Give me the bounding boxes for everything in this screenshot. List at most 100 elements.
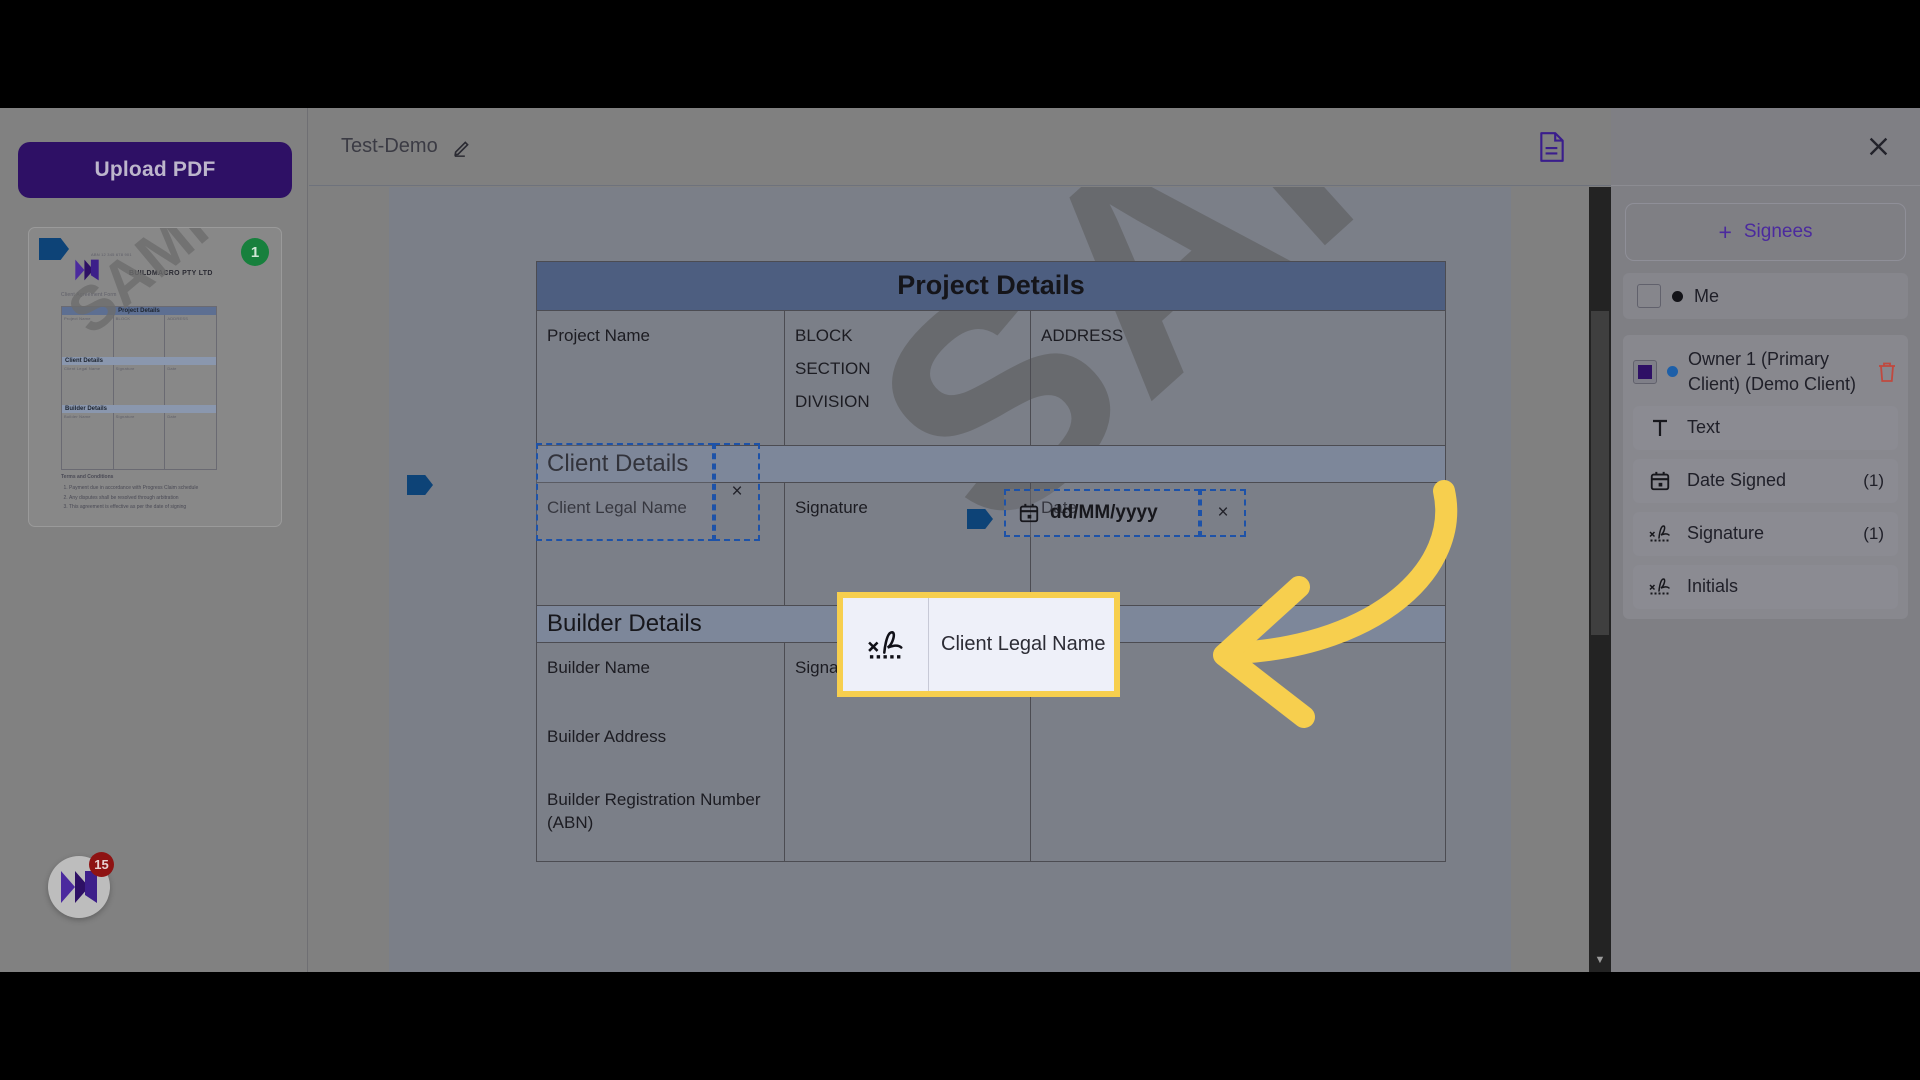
thumbnail-terms-title: Terms and Conditions [61, 474, 114, 480]
tool-text[interactable]: Text [1633, 405, 1898, 450]
date-field-remove-label: × [1217, 502, 1229, 523]
thumbnail-cell: Signature [115, 366, 135, 371]
signature-field-remove-button[interactable]: × [714, 443, 760, 541]
thumbnail-terms-block: Terms and Conditions Payment due in acco… [61, 474, 198, 513]
client-signature-cell: Signature [785, 483, 1031, 605]
tool-initials-label: Initials [1687, 576, 1739, 597]
add-signees-button[interactable]: + Signees [1625, 203, 1906, 261]
division-label: DIVISION [795, 392, 870, 412]
thumbnail-cell: Client Legal Name [64, 366, 101, 371]
address-cell: ADDRESS [1041, 326, 1124, 345]
signee-name: Owner 1 (Primary Client) (Demo Client) [1688, 349, 1857, 394]
fab-notification-badge: 15 [89, 852, 114, 877]
date-field-value: dd/MM/yyyy [1050, 502, 1158, 523]
thumbnail-company-abn: ABN 12 345 678 901 [91, 252, 132, 257]
thumbnail-cell: Date [167, 414, 177, 419]
thumbnail-cell: Project Name [64, 316, 91, 321]
thumbnail-page-number: 1 [241, 238, 269, 266]
buildmacro-logo-icon [75, 259, 99, 281]
calendar-icon [1647, 470, 1673, 492]
tool-text-label: Text [1687, 417, 1721, 438]
page-thumbnail-1[interactable]: 1 ABN 12 345 678 901 BUILDMACRO PTY LTD … [28, 227, 282, 527]
signees-panel: + Signees Me Owner 1 (Primary Client) (D… [1611, 108, 1920, 972]
thumbnail-term-item: Payment due in accordance with Progress … [69, 484, 198, 494]
thumbnail-builder-header: Builder Details [62, 405, 216, 413]
thumbnail-cell: ADDRESS [167, 316, 189, 321]
help-fab-button[interactable]: 15 [48, 852, 114, 918]
builder-address-label: Builder Address [547, 727, 667, 747]
document-page-icon [1540, 131, 1564, 162]
signature-field-placeholder[interactable] [536, 443, 714, 541]
text-icon [1647, 418, 1673, 438]
document-title: Test-Demo [341, 135, 438, 157]
trash-icon [1879, 362, 1895, 382]
viewer-scrollbar[interactable]: ▼ [1589, 187, 1611, 972]
document-topbar: Test-Demo [309, 108, 1611, 186]
block-label: BLOCK [795, 326, 853, 345]
view-document-button[interactable] [1537, 131, 1567, 163]
add-signees-label: Signees [1743, 221, 1813, 242]
signature-icon [843, 598, 929, 691]
builder-info-cell: Builder Name Builder Address Builder Reg… [537, 643, 785, 861]
thumbnail-client-header: Client Details [62, 357, 216, 365]
builder-abn-label: Builder Registration Number (ABN) [547, 790, 761, 833]
pdf-page-1[interactable]: SAMPLE Project Details Project Name BLOC… [389, 187, 1611, 972]
signee-row-me[interactable]: Me [1623, 273, 1908, 319]
tool-signature-label: Signature [1687, 523, 1765, 544]
app-root: Upload PDF 1 ABN 12 345 678 901 BUILDMAC… [0, 108, 1920, 972]
upload-pdf-label: Upload PDF [94, 158, 216, 181]
signature-field-remove-label: × [731, 481, 743, 502]
signature-drag-preview[interactable]: Client Legal Name [837, 592, 1120, 697]
signature-icon [1647, 523, 1673, 544]
tool-signature-count: (1) [1863, 523, 1884, 543]
thumbnail-term-item: Any disputes shall be resolved through a… [69, 494, 198, 504]
builder-name-label: Builder Name [547, 658, 650, 677]
thumbnail-form-label: Client Agreement Form [61, 292, 117, 298]
pdf-viewer[interactable]: SAMPLE Project Details Project Name BLOC… [309, 187, 1611, 972]
signee-checkbox[interactable] [1633, 359, 1657, 384]
initials-icon [1647, 576, 1673, 597]
date-field-remove-button[interactable]: × [1200, 489, 1246, 537]
thumbnail-table: Project Details Project Name BLOCK ADDRE… [61, 306, 217, 470]
tool-date-signed-label: Date Signed [1687, 470, 1787, 491]
project-name-cell: Project Name [537, 311, 785, 445]
section-label: SECTION [795, 359, 871, 379]
tool-date-signed[interactable]: Date Signed (1) [1633, 458, 1898, 503]
project-details-row: Project Name BLOCK SECTION DIVISION ADDR… [537, 311, 1445, 445]
tool-signature[interactable]: Signature (1) [1633, 511, 1898, 556]
thumbnail-cell: Builder Name [64, 414, 91, 419]
tool-date-signed-count: (1) [1863, 470, 1884, 490]
edit-title-button[interactable] [452, 136, 474, 158]
date-signed-field[interactable]: dd/MM/yyyy [1004, 489, 1200, 537]
thumbnail-company-name: BUILDMACRO PTY LTD [129, 270, 213, 277]
me-color-dot-icon [1672, 290, 1683, 302]
thumbnail-tag-marker-icon [39, 238, 69, 260]
signature-field-tag-marker-icon[interactable] [407, 475, 433, 495]
thumbnail-project-header: Project Details [62, 307, 216, 315]
signee-color-dot-icon [1667, 366, 1678, 378]
agreement-table: Project Details Project Name BLOCK SECTI… [536, 261, 1446, 862]
close-icon [1869, 137, 1888, 156]
delete-signee-button[interactable] [1876, 360, 1898, 384]
project-details-header: Project Details [537, 262, 1445, 311]
close-panel-button[interactable] [1865, 133, 1892, 160]
block-section-division-cell: BLOCK SECTION DIVISION [785, 311, 1031, 445]
thumbnail-term-item: This agreement is effective as per the d… [69, 503, 198, 513]
thumbnail-cell: Date [167, 366, 177, 371]
viewer-scrollbar-thumb[interactable] [1591, 311, 1609, 635]
add-signees-plus-icon: + [1718, 218, 1732, 245]
signee-header: Owner 1 (Primary Client) (Demo Client) [1633, 347, 1898, 397]
left-sidebar: Upload PDF 1 ABN 12 345 678 901 BUILDMAC… [0, 108, 308, 972]
calendar-icon [1019, 503, 1039, 523]
thumbnail-cell: Signature [115, 414, 135, 419]
me-checkbox[interactable] [1637, 284, 1661, 308]
thumbnail-cell: BLOCK [115, 316, 131, 321]
me-label: Me [1694, 285, 1720, 306]
scroll-down-arrow-icon[interactable]: ▼ [1589, 954, 1611, 966]
signature-drag-preview-caption: Client Legal Name [941, 633, 1106, 655]
upload-pdf-button[interactable]: Upload PDF [18, 142, 292, 198]
signees-panel-header [1611, 108, 1920, 186]
pencil-icon [453, 140, 469, 157]
signee-card-owner-1: Owner 1 (Primary Client) (Demo Client) T… [1623, 335, 1908, 619]
tool-initials[interactable]: Initials [1633, 564, 1898, 609]
